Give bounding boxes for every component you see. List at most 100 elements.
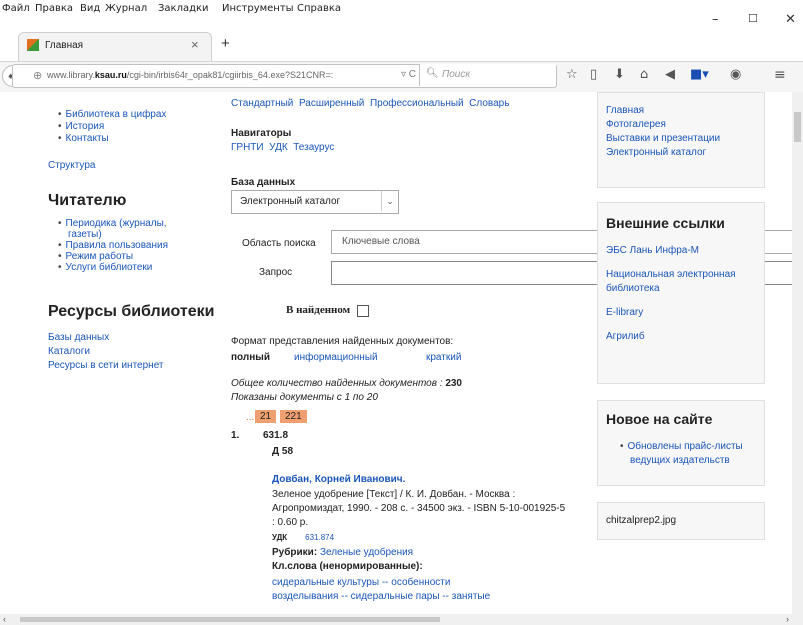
list-item[interactable]: Библиотека в цифрах	[58, 109, 167, 120]
image-name: chitzalprep2.jpg	[606, 515, 677, 526]
record-class: 631.8	[263, 430, 289, 441]
list-item[interactable]: Контакты	[58, 133, 166, 144]
addon-icon[interactable]: ■▾	[690, 67, 709, 82]
list-item[interactable]: Периодика (журналы,	[58, 218, 168, 229]
menu-history[interactable]: Журнал	[105, 3, 147, 14]
right-link-gallery[interactable]: Фотогалерея	[606, 119, 666, 130]
page-221[interactable]: 221	[280, 410, 307, 423]
keywords-line-2[interactable]: возделывания -- сидеральные пары -- заня…	[272, 591, 490, 602]
ext-link-national[interactable]: Национальная электронная	[606, 269, 736, 280]
total-text: Общее количество найденных документов : …	[231, 378, 462, 389]
new-tab-button[interactable]: +	[221, 35, 230, 52]
chevron-down-icon[interactable]: ⌄	[381, 191, 398, 211]
list-item[interactable]: Правила пользования	[58, 240, 169, 251]
search-placeholder: Поиск	[442, 69, 471, 80]
home-icon[interactable]: ⌂	[640, 67, 648, 82]
pocket-icon[interactable]: ◀	[665, 67, 675, 82]
menu-edit[interactable]: Правка	[35, 3, 73, 14]
minimize-button[interactable]: –	[712, 12, 719, 27]
resources-link-catalogs[interactable]: Каталоги	[48, 346, 90, 357]
ext-link-national-2[interactable]: библиотека	[606, 283, 660, 294]
page-21[interactable]: 21	[255, 410, 277, 423]
search-icon: 🔍︎	[426, 68, 439, 79]
search-modes[interactable]: Стандартный Расширенный Профессиональный…	[231, 98, 509, 109]
keywords-line-1[interactable]: сидеральные культуры -- особенности	[272, 577, 450, 588]
structure-link[interactable]: Структура	[48, 160, 95, 171]
resources-heading: Ресурсы библиотеки	[48, 303, 215, 320]
scroll-right-icon[interactable]: ›	[786, 614, 789, 624]
news-box: Новое на сайте Обновлены прайс-листы вед…	[597, 400, 765, 486]
in-found-label: В найденном	[286, 304, 351, 316]
right-link-home[interactable]: Главная	[606, 105, 644, 116]
menu-icon[interactable]: ≡	[774, 67, 786, 83]
navigators-links[interactable]: ГРНТИ УДК Тезаурус	[231, 142, 334, 153]
reader-heading: Читателю	[48, 192, 127, 209]
reload-icon[interactable]: ▿ C	[401, 69, 416, 80]
list-item[interactable]: История	[58, 121, 166, 132]
format-full[interactable]: полный	[231, 352, 270, 363]
menu-bar: Файл Правка Вид Журнал Закладки Инструме…	[0, 0, 803, 18]
db-label: База данных	[231, 177, 296, 188]
resources-link-internet[interactable]: Ресурсы в сети интернет	[48, 360, 164, 371]
news-item[interactable]: Обновлены прайс-листы	[620, 441, 743, 452]
search-box[interactable]: 🔍︎ Поиск	[419, 64, 556, 86]
reader-icon[interactable]: ▯	[590, 67, 597, 82]
record-desc-3: : 0.60 р.	[272, 517, 309, 528]
record-code: Д 58	[272, 446, 294, 457]
db-select[interactable]: Электронный каталог ⌄	[231, 190, 399, 214]
url-text: www.library.ksau.ru/cgi-bin/irbis64r_opa…	[47, 70, 334, 80]
menu-help[interactable]: Справка	[297, 3, 341, 14]
udk-row: УДК 631.874	[272, 533, 335, 542]
record-number: 1.	[231, 430, 240, 441]
tab-main[interactable]: Главная ×	[18, 32, 212, 61]
record-author[interactable]: Довбан, Корней Иванович.	[272, 474, 405, 485]
globe-icon: ⊕	[33, 70, 43, 82]
menu-bookmarks[interactable]: Закладки	[158, 3, 209, 14]
bookmark-star-icon[interactable]: ☆	[566, 67, 578, 82]
news-heading: Новое на сайте	[606, 411, 713, 427]
news-item-2[interactable]: ведущих издательств	[630, 455, 730, 466]
shown-text: Показаны документы с 1 по 20	[231, 392, 378, 403]
download-icon[interactable]: ⬇	[614, 67, 625, 82]
external-links-box: Внешние ссылки ЭБС Лань Инфра-М Национал…	[597, 202, 765, 384]
external-links-heading: Внешние ссылки	[606, 215, 725, 231]
scroll-left-icon[interactable]: ‹	[3, 614, 6, 624]
tab-close-icon[interactable]: ×	[191, 37, 199, 52]
navigators-label: Навигаторы	[231, 128, 292, 139]
format-label: Формат представления найденных документо…	[231, 336, 454, 347]
db-select-value: Электронный каталог	[240, 196, 341, 207]
maximize-button[interactable]: ☐	[748, 12, 758, 25]
close-window-button[interactable]: ✕	[785, 12, 796, 27]
ext-link-agrilib[interactable]: Агрилиб	[606, 331, 645, 342]
vertical-scrollbar[interactable]	[792, 92, 803, 614]
chat-icon[interactable]: ◉	[730, 67, 741, 82]
area-label: Область поиска	[242, 238, 316, 249]
in-found-checkbox[interactable]	[357, 305, 369, 317]
record-desc-1: Зеленое удобрение [Текст] / К. И. Довбан…	[272, 489, 516, 500]
ext-link-elibrary[interactable]: E-library	[606, 307, 643, 318]
rubrics-row: Рубрики: Зеленые удобрения	[272, 547, 414, 558]
list-item[interactable]: газеты)	[68, 229, 168, 240]
format-short[interactable]: краткий	[426, 352, 461, 363]
horizontal-scrollbar[interactable]: ‹ ›	[0, 614, 803, 625]
record-desc-2: Агропромиздат, 1990. - 208 с. - 34500 эк…	[272, 503, 566, 514]
menu-file[interactable]: Файл	[2, 3, 30, 14]
menu-tools[interactable]: Инструменты	[222, 3, 294, 14]
pager-ellipsis: ...	[246, 412, 255, 423]
format-info[interactable]: информационный	[294, 352, 378, 363]
resources-link-db[interactable]: Базы данных	[48, 332, 109, 343]
menu-view[interactable]: Вид	[80, 3, 100, 14]
area-select-value: Ключевые слова	[342, 236, 420, 247]
page-content: Библиотека в цифрах История Контакты Стр…	[0, 92, 792, 614]
vertical-scroll-thumb[interactable]	[794, 112, 801, 142]
keywords-label: Кл.слова (ненормированные):	[272, 561, 423, 572]
ext-link-lan[interactable]: ЭБС Лань Инфра-М	[606, 245, 699, 256]
list-item[interactable]: Услуги библиотеки	[58, 262, 168, 273]
tab-title: Главная	[45, 40, 84, 51]
list-item[interactable]: Режим работы	[58, 251, 168, 262]
right-link-catalog[interactable]: Электронный каталог	[606, 147, 706, 158]
horizontal-scroll-thumb[interactable]	[20, 617, 440, 622]
site-favicon-icon	[27, 39, 39, 51]
reader-list: Периодика (журналы, газеты) Правила поль…	[58, 218, 169, 273]
right-link-exhibitions[interactable]: Выставки и презентации	[606, 133, 720, 144]
